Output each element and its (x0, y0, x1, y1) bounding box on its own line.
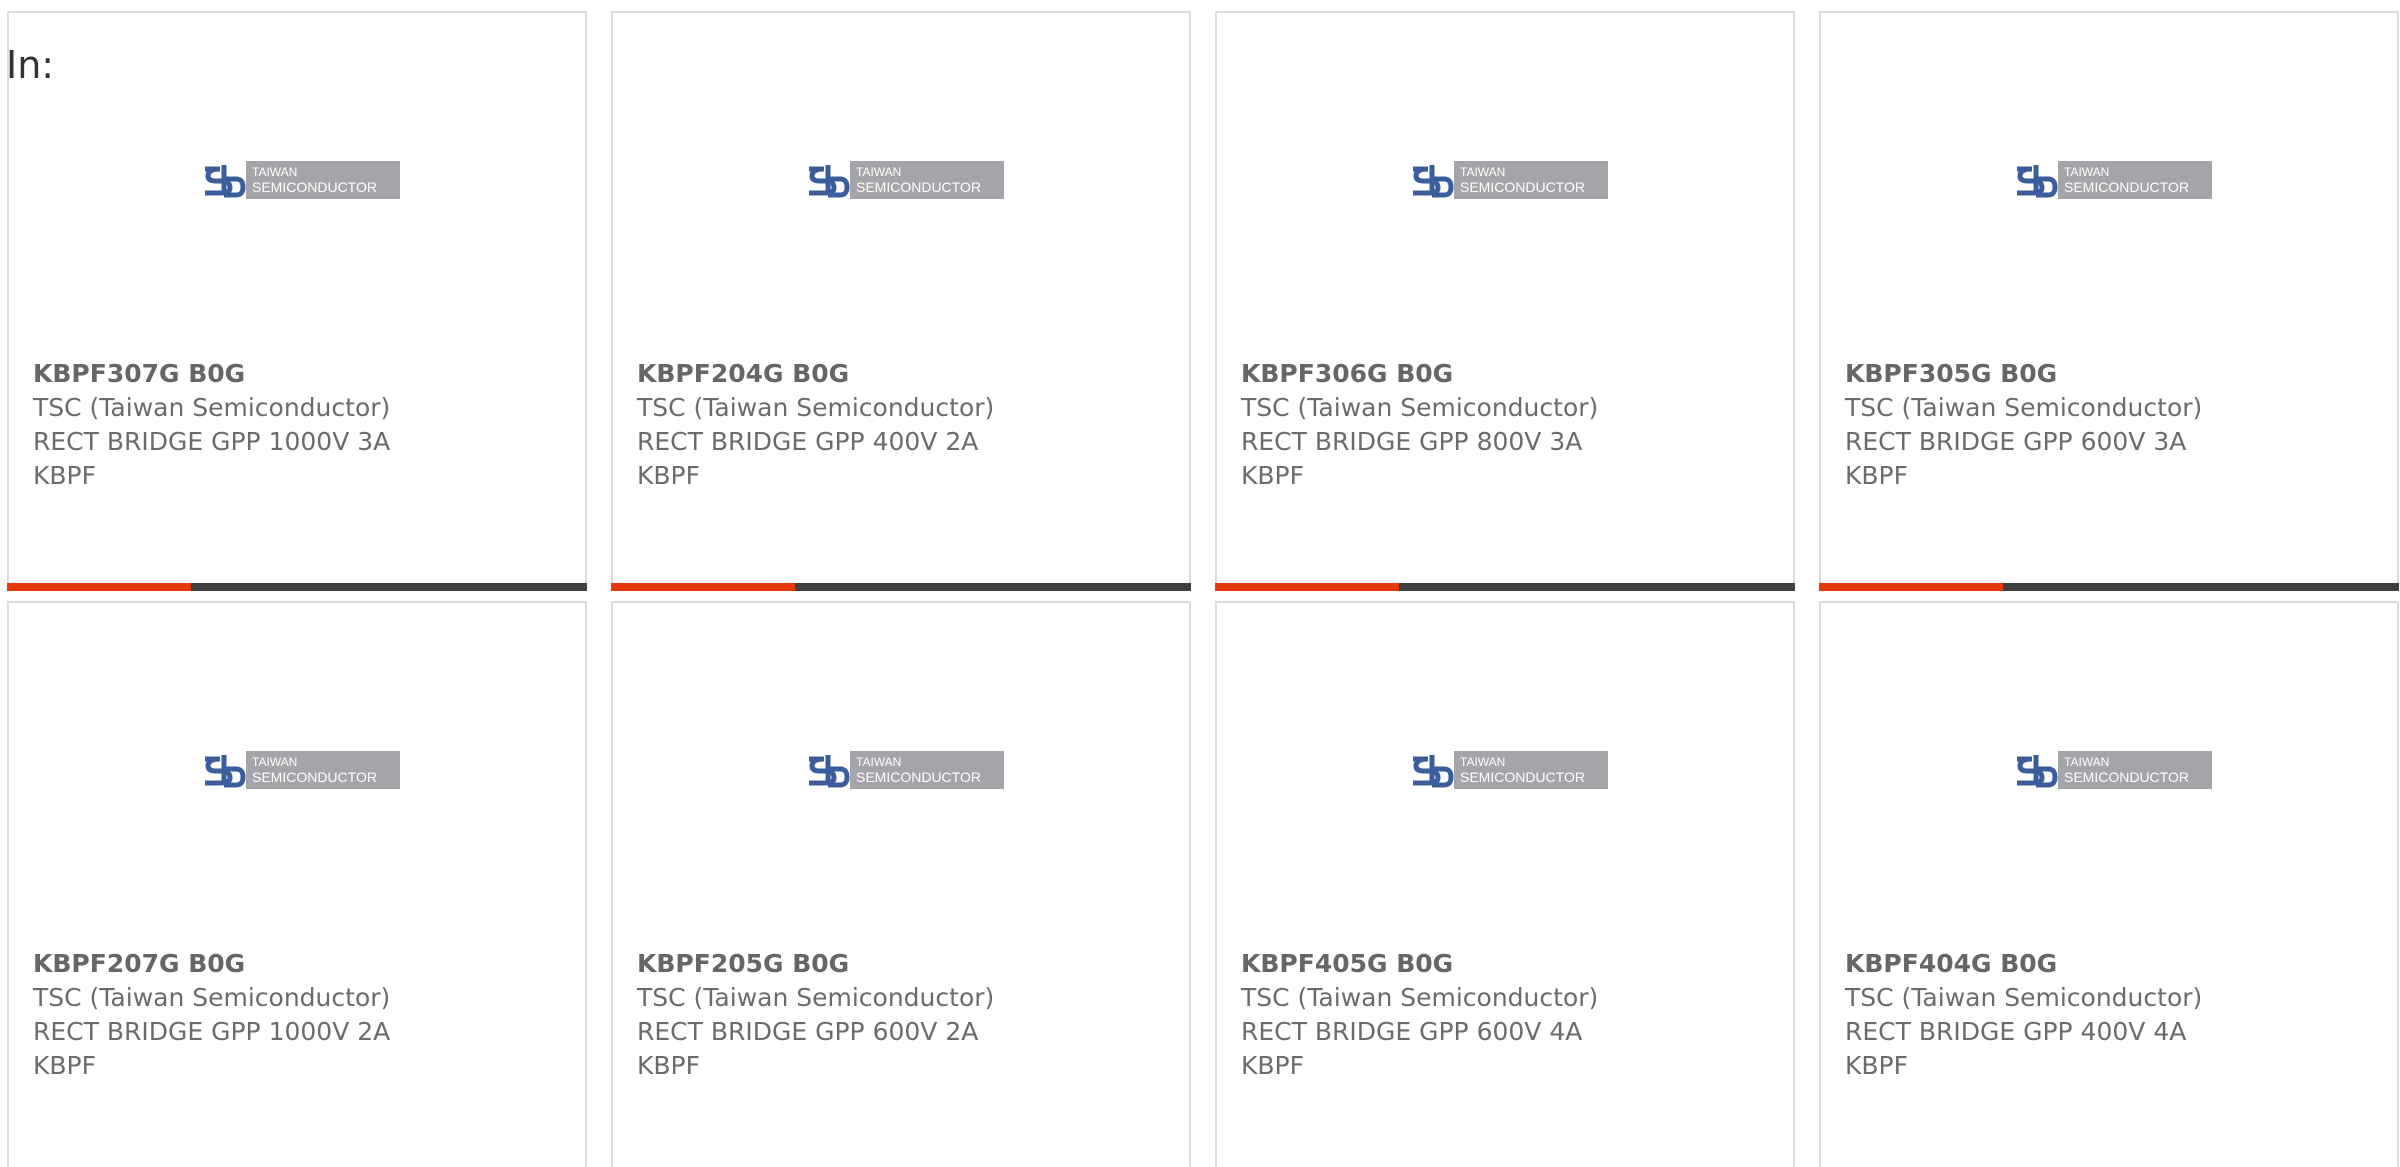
manufacturer-name: TSC (Taiwan Semiconductor) (1845, 983, 2203, 1012)
product-info: KBPF404G B0G TSC (Taiwan Semiconductor) … (1845, 947, 2245, 1083)
svg-text:SEMICONDUCTOR: SEMICONDUCTOR (1460, 179, 1585, 195)
svg-text:TAIWAN: TAIWAN (2064, 755, 2109, 769)
manufacturer-name: TSC (Taiwan Semiconductor) (637, 393, 995, 422)
product-description-continued: KBPF (33, 461, 97, 490)
svg-text:SEMICONDUCTOR: SEMICONDUCTOR (1460, 769, 1585, 785)
part-number[interactable]: KBPF306G B0G (1241, 357, 1641, 391)
product-card[interactable]: TAIWAN SEMICONDUCTOR KBPF404G B0G TSC (T… (1819, 601, 2399, 1167)
taiwan-semiconductor-logo: TAIWAN SEMICONDUCTOR (2014, 749, 2212, 791)
manufacturer-name: TSC (Taiwan Semiconductor) (637, 983, 995, 1012)
part-number[interactable]: KBPF404G B0G (1845, 947, 2245, 981)
filter-label: In: (6, 43, 55, 87)
svg-text:SEMICONDUCTOR: SEMICONDUCTOR (252, 179, 377, 195)
product-card[interactable]: TAIWAN SEMICONDUCTOR KBPF306G B0G TSC (T… (1215, 11, 1795, 591)
taiwan-semiconductor-logo: TAIWAN SEMICONDUCTOR (202, 159, 400, 201)
product-description: RECT BRIDGE GPP 600V 4A KBPF (1241, 1017, 1583, 1080)
product-card[interactable]: TAIWAN SEMICONDUCTOR KBPF307G B0G TSC (T… (7, 11, 587, 591)
product-card[interactable]: TAIWAN SEMICONDUCTOR KBPF405G B0G TSC (T… (1215, 601, 1795, 1167)
svg-text:TAIWAN: TAIWAN (856, 755, 901, 769)
taiwan-semiconductor-logo: TAIWAN SEMICONDUCTOR (806, 749, 1004, 791)
svg-text:TAIWAN: TAIWAN (1460, 165, 1505, 179)
product-info: KBPF405G B0G TSC (Taiwan Semiconductor) … (1241, 947, 1641, 1083)
card-bottom-bar (7, 583, 587, 591)
product-card[interactable]: TAIWAN SEMICONDUCTOR KBPF204G B0G TSC (T… (611, 11, 1191, 591)
svg-text:SEMICONDUCTOR: SEMICONDUCTOR (856, 179, 981, 195)
card-bottom-bar (611, 583, 1191, 591)
product-card[interactable]: TAIWAN SEMICONDUCTOR KBPF205G B0G TSC (T… (611, 601, 1191, 1167)
taiwan-semiconductor-logo: TAIWAN SEMICONDUCTOR (806, 159, 1004, 201)
card-bottom-bar (1215, 583, 1795, 591)
product-info: KBPF204G B0G TSC (Taiwan Semiconductor) … (637, 357, 1037, 493)
taiwan-semiconductor-logo: TAIWAN SEMICONDUCTOR (1410, 159, 1608, 201)
taiwan-semiconductor-logo: TAIWAN SEMICONDUCTOR (2014, 159, 2212, 201)
svg-text:TAIWAN: TAIWAN (2064, 165, 2109, 179)
svg-text:TAIWAN: TAIWAN (252, 755, 297, 769)
product-info: KBPF307G B0G TSC (Taiwan Semiconductor) … (33, 357, 433, 493)
product-info: KBPF306G B0G TSC (Taiwan Semiconductor) … (1241, 357, 1641, 493)
svg-text:TAIWAN: TAIWAN (252, 165, 297, 179)
product-description: RECT BRIDGE GPP 1000V 2A (33, 1017, 391, 1046)
product-info: KBPF205G B0G TSC (Taiwan Semiconductor) … (637, 947, 1037, 1083)
manufacturer-name: TSC (Taiwan Semiconductor) (33, 393, 391, 422)
svg-text:TAIWAN: TAIWAN (1460, 755, 1505, 769)
taiwan-semiconductor-logo: TAIWAN SEMICONDUCTOR (1410, 749, 1608, 791)
manufacturer-name: TSC (Taiwan Semiconductor) (33, 983, 391, 1012)
manufacturer-name: TSC (Taiwan Semiconductor) (1241, 983, 1599, 1012)
card-bar-accent (7, 583, 191, 591)
manufacturer-name: TSC (Taiwan Semiconductor) (1845, 393, 2203, 422)
product-description: RECT BRIDGE GPP 800V 3A KBPF (1241, 427, 1583, 490)
product-description-continued: KBPF (33, 1051, 97, 1080)
part-number[interactable]: KBPF307G B0G (33, 357, 433, 391)
svg-text:SEMICONDUCTOR: SEMICONDUCTOR (856, 769, 981, 785)
product-description: RECT BRIDGE GPP 400V 2A KBPF (637, 427, 979, 490)
card-bar-accent (1215, 583, 1399, 591)
product-results-page: TAIWAN SEMICONDUCTOR KBPF307G B0G TSC (T… (0, 0, 2400, 1167)
svg-text:SEMICONDUCTOR: SEMICONDUCTOR (252, 769, 377, 785)
card-bar-accent (611, 583, 795, 591)
part-number[interactable]: KBPF204G B0G (637, 357, 1037, 391)
manufacturer-name: TSC (Taiwan Semiconductor) (1241, 393, 1599, 422)
taiwan-semiconductor-logo: TAIWAN SEMICONDUCTOR (202, 749, 400, 791)
product-grid: TAIWAN SEMICONDUCTOR KBPF307G B0G TSC (T… (7, 11, 2399, 1167)
product-card[interactable]: TAIWAN SEMICONDUCTOR KBPF207G B0G TSC (T… (7, 601, 587, 1167)
card-bottom-bar (1819, 583, 2399, 591)
part-number[interactable]: KBPF205G B0G (637, 947, 1037, 981)
card-bar-accent (1819, 583, 2003, 591)
svg-text:TAIWAN: TAIWAN (856, 165, 901, 179)
product-description: RECT BRIDGE GPP 400V 4A KBPF (1845, 1017, 2187, 1080)
product-card[interactable]: TAIWAN SEMICONDUCTOR KBPF305G B0G TSC (T… (1819, 11, 2399, 591)
product-description: RECT BRIDGE GPP 600V 3A KBPF (1845, 427, 2187, 490)
part-number[interactable]: KBPF405G B0G (1241, 947, 1641, 981)
svg-text:SEMICONDUCTOR: SEMICONDUCTOR (2064, 769, 2189, 785)
product-info: KBPF207G B0G TSC (Taiwan Semiconductor) … (33, 947, 433, 1083)
part-number[interactable]: KBPF305G B0G (1845, 357, 2245, 391)
svg-text:SEMICONDUCTOR: SEMICONDUCTOR (2064, 179, 2189, 195)
product-info: KBPF305G B0G TSC (Taiwan Semiconductor) … (1845, 357, 2245, 493)
product-description: RECT BRIDGE GPP 600V 2A KBPF (637, 1017, 979, 1080)
product-description: RECT BRIDGE GPP 1000V 3A (33, 427, 391, 456)
part-number[interactable]: KBPF207G B0G (33, 947, 433, 981)
